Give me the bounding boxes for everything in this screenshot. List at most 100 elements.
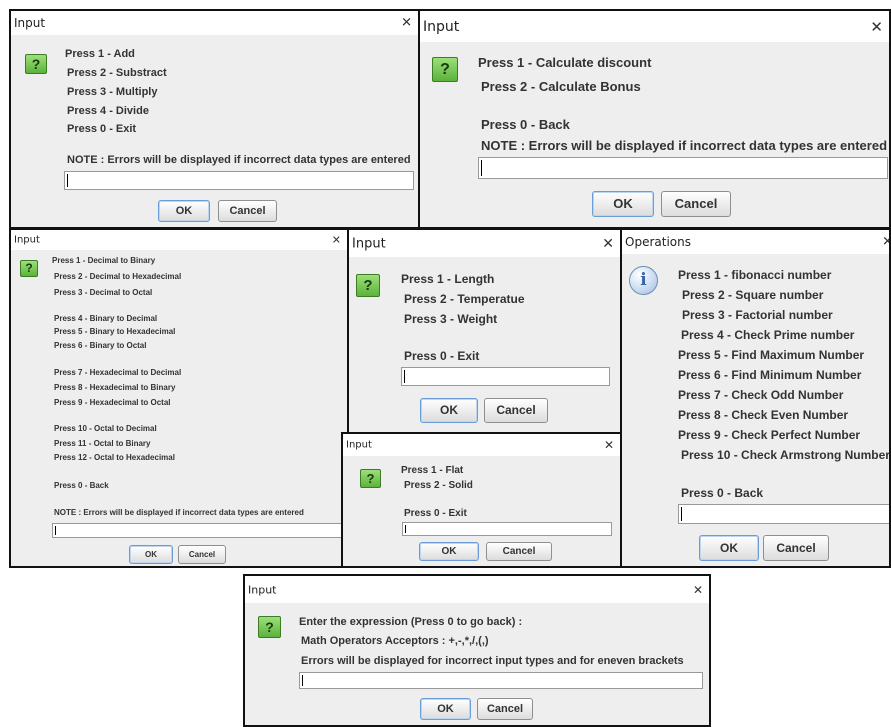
menu-option: Press 10 - Octal to Decimal <box>54 424 157 433</box>
cancel-button[interactable]: Cancel <box>218 200 277 222</box>
menu-option: Press 2 - Decimal to Hexadecimal <box>54 272 182 281</box>
dialog-operations: Operations ✕ i Press 1 - fibonacci numbe… <box>620 228 891 568</box>
cancel-button[interactable]: Cancel <box>477 698 533 720</box>
menu-option: Press 1 - Length <box>401 272 495 286</box>
dialog-arithmetic: Input ✕ ? Press 1 - Add Press 2 - Substr… <box>9 9 420 229</box>
ok-button[interactable]: OK <box>129 545 173 564</box>
menu-option: Press 7 - Hexadecimal to Decimal <box>54 368 182 377</box>
question-icon: ? <box>356 274 380 297</box>
question-icon: ? <box>20 260 38 277</box>
dialog-area: Input ✕ ? Press 1 - Flat Press 2 - Solid… <box>341 432 622 568</box>
title-bar[interactable]: Input ✕ <box>11 11 418 35</box>
info-icon: i <box>629 266 658 295</box>
cancel-button[interactable]: Cancel <box>763 535 829 561</box>
menu-option: Press 6 - Binary to Octal <box>54 341 147 350</box>
input-field[interactable] <box>478 157 888 179</box>
cancel-button[interactable]: Cancel <box>484 398 548 423</box>
input-field[interactable] <box>402 522 612 536</box>
menu-option: Press 0 - Back <box>54 481 109 490</box>
menu-option: Press 5 - Binary to Hexadecimal <box>54 327 176 336</box>
menu-option: Press 0 - Exit <box>404 508 467 519</box>
title-bar[interactable]: Input ✕ <box>420 11 889 42</box>
title-bar[interactable]: Input ✕ <box>343 434 620 456</box>
input-field[interactable] <box>678 504 889 524</box>
menu-option: Press 0 - Back <box>481 117 570 132</box>
text-caret <box>67 174 68 187</box>
text-caret <box>302 675 303 686</box>
prompt-text: Errors will be displayed for incorrect i… <box>301 655 684 667</box>
close-icon[interactable]: ✕ <box>602 236 614 252</box>
question-icon: ? <box>432 57 458 82</box>
dialog-discount: Input ✕ ? Press 1 - Calculate discount P… <box>418 9 891 229</box>
text-caret <box>404 370 405 383</box>
question-icon: ? <box>25 54 47 74</box>
note-text: NOTE : Errors will be displayed if incor… <box>54 508 304 517</box>
menu-option: Press 3 - Weight <box>404 312 498 326</box>
menu-option: Press 0 - Exit <box>404 349 480 363</box>
menu-option: Press 6 - Find Minimum Number <box>678 368 862 382</box>
menu-option: Press 1 - Flat <box>401 465 464 476</box>
dialog-title: Input <box>248 583 277 596</box>
menu-option: Press 9 - Hexadecimal to Octal <box>54 398 171 407</box>
ok-button[interactable]: OK <box>592 191 654 217</box>
cancel-button[interactable]: Cancel <box>178 545 226 564</box>
ok-button[interactable]: OK <box>158 200 210 222</box>
expression-input[interactable] <box>299 672 703 689</box>
text-caret <box>405 525 406 533</box>
menu-option: Press 0 - Exit <box>67 123 137 135</box>
menu-option: Press 1 - fibonacci number <box>678 268 832 282</box>
input-field[interactable] <box>64 171 414 190</box>
dialog-expression: Input ✕ ? Enter the expression (Press 0 … <box>243 574 711 727</box>
question-icon: ? <box>258 616 281 638</box>
cancel-button[interactable]: Cancel <box>486 542 552 561</box>
close-icon[interactable]: ✕ <box>332 234 341 247</box>
menu-option: Press 3 - Decimal to Octal <box>54 288 153 297</box>
note-text: NOTE : Errors will be displayed if incor… <box>67 154 411 166</box>
input-field[interactable] <box>52 523 342 538</box>
ok-button[interactable]: OK <box>420 698 471 720</box>
menu-option: Press 12 - Octal to Hexadecimal <box>54 453 175 462</box>
close-icon[interactable]: ✕ <box>870 18 883 36</box>
menu-option: Press 4 - Divide <box>67 105 149 117</box>
title-bar[interactable]: Input ✕ <box>11 230 347 250</box>
ok-button[interactable]: OK <box>699 535 759 561</box>
close-icon[interactable]: ✕ <box>882 235 889 250</box>
menu-option: Press 1 - Calculate discount <box>478 55 652 70</box>
note-text: NOTE : Errors will be displayed if incor… <box>481 138 888 153</box>
dialog-title: Operations <box>625 235 691 249</box>
menu-option: Press 2 - Solid <box>404 480 473 491</box>
menu-option: Press 2 - Substract <box>67 67 167 79</box>
text-caret <box>481 160 482 176</box>
dialog-converter: Input ✕ ? Press 1 - Decimal to Binary Pr… <box>9 228 349 568</box>
menu-option: Press 8 - Check Even Number <box>678 408 849 422</box>
menu-option: Press 11 - Octal to Binary <box>54 439 151 448</box>
menu-option: Press 2 - Calculate Bonus <box>481 79 641 94</box>
cancel-button[interactable]: Cancel <box>661 191 731 217</box>
close-icon[interactable]: ✕ <box>401 16 412 31</box>
menu-option: Press 3 - Multiply <box>67 86 158 98</box>
menu-option: Press 9 - Check Perfect Number <box>678 428 861 442</box>
input-field[interactable] <box>401 367 610 386</box>
menu-option: Press 3 - Factorial number <box>682 308 833 322</box>
ok-button[interactable]: OK <box>420 398 478 423</box>
menu-option: Press 1 - Decimal to Binary <box>52 256 156 265</box>
prompt-text: Enter the expression (Press 0 to go back… <box>299 616 523 628</box>
title-bar[interactable]: Input ✕ <box>349 230 620 257</box>
menu-option: Press 7 - Check Odd Number <box>678 388 844 402</box>
dialog-units: Input ✕ ? Press 1 - Length Press 2 - Tem… <box>347 228 622 434</box>
ok-button[interactable]: OK <box>419 542 479 561</box>
title-bar[interactable]: Input ✕ <box>245 576 709 603</box>
prompt-text: Math Operators Acceptors : +,-,*,/,(,) <box>301 635 489 647</box>
menu-option: Press 8 - Hexadecimal to Binary <box>54 383 176 392</box>
close-icon[interactable]: ✕ <box>693 583 703 597</box>
dialog-title: Input <box>14 16 46 30</box>
menu-option: Press 4 - Check Prime number <box>681 328 855 342</box>
title-bar[interactable]: Operations ✕ <box>622 230 889 254</box>
dialog-title: Input <box>346 439 372 451</box>
question-icon: ? <box>360 469 381 488</box>
text-caret <box>681 507 682 521</box>
close-icon[interactable]: ✕ <box>604 438 614 452</box>
dialog-title: Input <box>423 18 460 35</box>
menu-option: Press 0 - Back <box>681 486 764 500</box>
dialog-title: Input <box>14 234 40 246</box>
